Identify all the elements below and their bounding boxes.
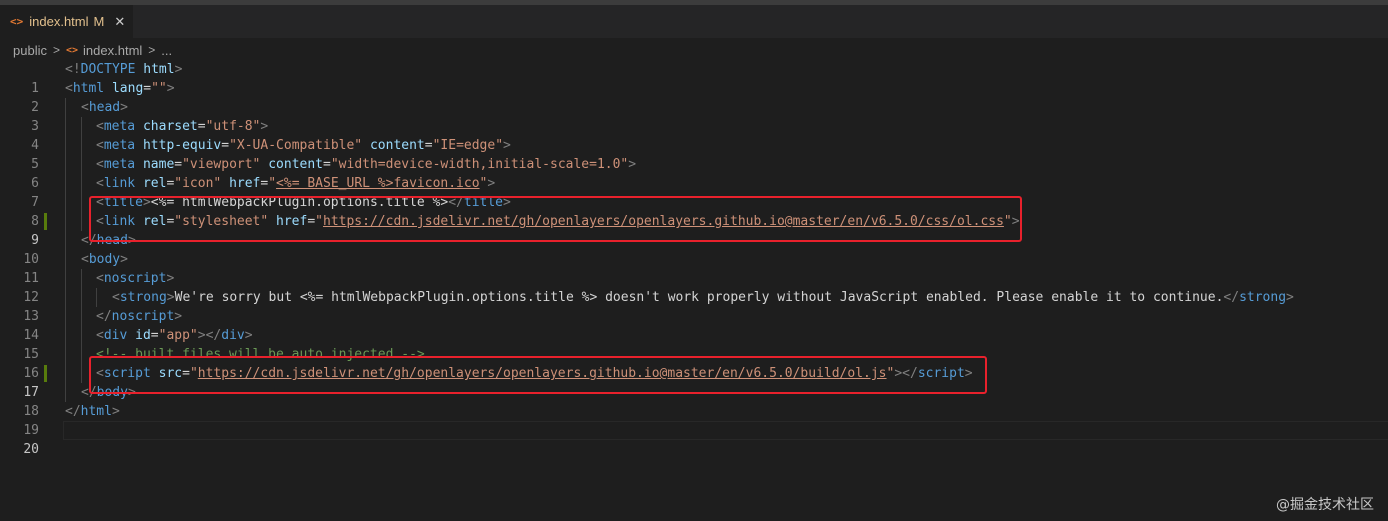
code-line: 5 <meta http-equiv="X-UA-Compatible" con…: [0, 136, 1388, 172]
highlight-box-stylesheet: [89, 196, 1022, 242]
watermark: @掘金技术社区: [1276, 497, 1374, 513]
code-line: 1 <!DOCTYPE html>: [0, 60, 1388, 96]
line-number: 20: [23, 442, 39, 457]
code-line: 13 <strong>We're sorry but <%= htmlWebpa…: [0, 288, 1388, 324]
code-line: 2 <html lang="">: [0, 79, 1388, 115]
html-file-icon: <>: [65, 44, 79, 56]
code-line: 19 </html>: [0, 402, 1388, 438]
code-line-current[interactable]: 20: [0, 421, 1388, 457]
modified-line-marker: [44, 213, 47, 230]
code-line: 7 <link rel="icon" href="<%= BASE_URL %>…: [0, 174, 1388, 210]
code-line: 12 <noscript>: [0, 269, 1388, 305]
code-line: 14 </noscript>: [0, 307, 1388, 343]
modified-badge: M: [93, 14, 105, 29]
code-editor[interactable]: 1 <!DOCTYPE html> 2 <html lang=""> 3 <he…: [0, 60, 1388, 460]
close-icon[interactable]: ✕: [114, 14, 125, 30]
breadcrumb: public > <> index.html > ...: [13, 41, 172, 59]
code-line: 4 <meta charset="utf-8">: [0, 117, 1388, 153]
modified-line-marker: [44, 365, 47, 382]
breadcrumb-folder[interactable]: public: [13, 43, 47, 58]
editor-tab-bar: <> index.html M ✕: [0, 5, 1388, 38]
current-line-highlight: [63, 421, 1388, 440]
breadcrumb-more[interactable]: ...: [161, 43, 172, 58]
code-line: 15 <div id="app"></div>: [0, 326, 1388, 362]
chevron-right-icon: >: [52, 43, 60, 57]
breadcrumb-file[interactable]: index.html: [83, 43, 142, 58]
tab-index-html[interactable]: <> index.html M ✕: [0, 5, 133, 38]
code-line: 6 <meta name="viewport" content="width=d…: [0, 155, 1388, 191]
code-line: 11 <body>: [0, 250, 1388, 286]
html-file-icon: <>: [10, 15, 24, 28]
code-line: 3 <head>: [0, 98, 1388, 134]
tab-filename: index.html: [29, 14, 89, 29]
chevron-right-icon: >: [148, 43, 156, 57]
highlight-box-script: [89, 356, 987, 394]
